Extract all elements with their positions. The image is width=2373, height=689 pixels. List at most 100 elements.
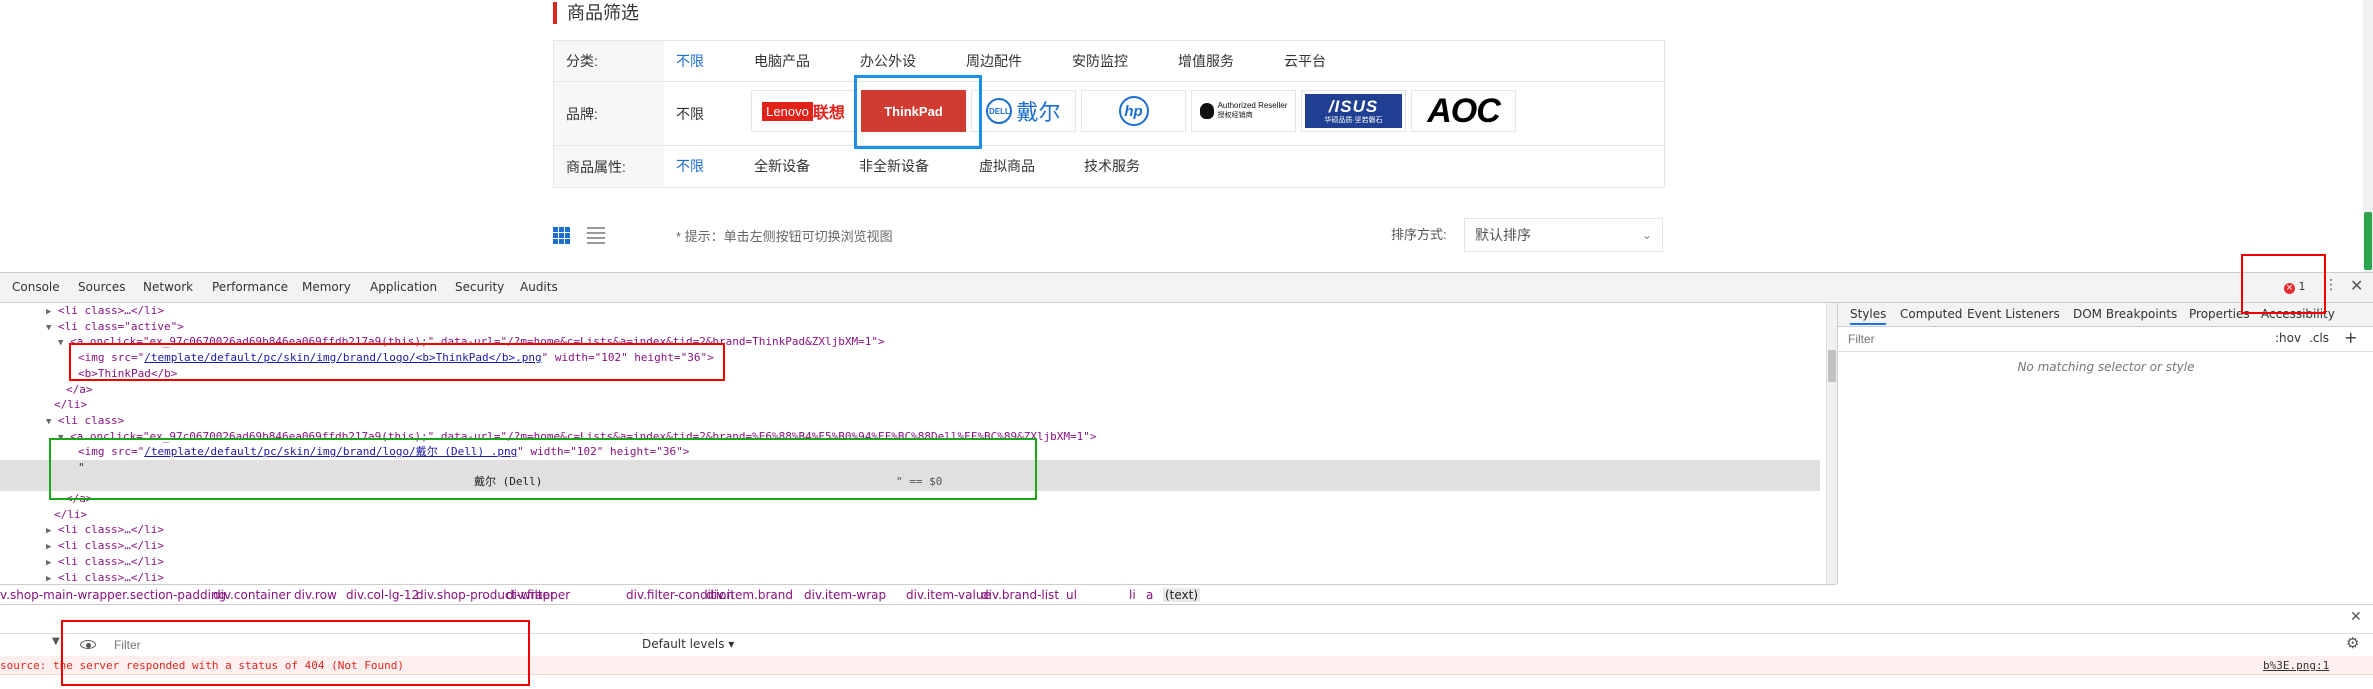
dom-node[interactable]: ▶ <li class>…</li>	[46, 303, 164, 319]
sort-label: 排序方式:	[1391, 227, 1447, 242]
apple-icon	[1199, 103, 1214, 119]
attr-option-tech-service[interactable]: 技术服务	[1084, 156, 1140, 176]
dom-node[interactable]: ▼ <li class>	[46, 413, 124, 429]
selected-brand-highlight	[854, 75, 982, 149]
lenovo-logo: Lenovo	[762, 101, 813, 121]
filter-label-attributes: 商品属性:	[554, 146, 664, 187]
breadcrumb-item[interactable]: ul	[1066, 588, 1077, 602]
brand-asus[interactable]: /ISUS 华硕品质·坚若磐石	[1301, 90, 1406, 132]
breadcrumb-item[interactable]: div.brand-list	[981, 588, 1059, 602]
breadcrumb: v.shop-main-wrapper.section-padding div.c…	[0, 584, 1836, 605]
tab-memory[interactable]: Memory	[302, 280, 351, 294]
dell-logo: DELL	[986, 98, 1013, 124]
close-drawer-icon[interactable]: ✕	[2350, 609, 2362, 625]
brand-hp[interactable]: hp	[1081, 90, 1186, 132]
add-style-icon[interactable]: +	[2344, 328, 2357, 347]
styles-filter-bar: :hov .cls +	[1838, 327, 2373, 352]
breadcrumb-item[interactable]: div.col-lg-12	[346, 588, 419, 602]
breadcrumb-item[interactable]: div.row	[294, 588, 337, 602]
dom-node[interactable]: ▼ <li class="active">	[46, 319, 184, 335]
category-option-cloud[interactable]: 云平台	[1284, 51, 1326, 71]
sort-select[interactable]: 默认排序 ⌄	[1464, 218, 1663, 252]
category-option-office[interactable]: 办公外设	[860, 51, 916, 71]
dom-node[interactable]: ▶ <li class>…</li>	[46, 522, 164, 538]
tab-audits[interactable]: Audits	[520, 280, 558, 294]
elements-scrollbar[interactable]	[1826, 303, 1837, 584]
tab-event-listeners[interactable]: Event Listeners	[1967, 307, 2060, 321]
category-option-services[interactable]: 增值服务	[1178, 51, 1234, 71]
devtools-tabbar: Console Sources Network Performance Memo…	[0, 273, 2373, 303]
tab-performance[interactable]: Performance	[212, 280, 288, 294]
tab-application[interactable]: Application	[370, 280, 437, 294]
breadcrumb-item[interactable]: div.item.brand	[706, 588, 793, 602]
view-hint-text: * 提示：单击左侧按钮可切换浏览视图	[676, 229, 893, 244]
page-scrollbar-thumb[interactable]	[2364, 212, 2372, 270]
default-levels-dropdown[interactable]: Default levels ▾	[642, 637, 734, 651]
brand-dell[interactable]: DELL 戴尔	[971, 90, 1076, 132]
apple-reseller-line1: Authorized Reseller	[1217, 101, 1288, 110]
category-option-unlimited[interactable]: 不限	[676, 51, 704, 71]
breadcrumb-item[interactable]: li	[1129, 588, 1136, 602]
attr-option-used[interactable]: 非全新设备	[859, 156, 929, 176]
tab-dom-breakpoints[interactable]: DOM Breakpoints	[2073, 307, 2177, 321]
tab-styles[interactable]: Styles	[1850, 307, 1887, 325]
page-scrollbar[interactable]	[2363, 0, 2373, 272]
filter-row-brand: 品牌: 不限 Lenovo 联想 ThinkPad DELL 戴尔 hp Auth…	[554, 82, 1664, 146]
dropdown-arrow-icon[interactable]: ▼	[52, 636, 60, 647]
sort-select-value: 默认排序	[1475, 227, 1531, 243]
filter-label-brand: 品牌:	[554, 82, 664, 145]
brand-lenovo[interactable]: Lenovo 联想	[751, 90, 856, 132]
filter-label-category: 分类:	[554, 41, 664, 81]
brand-apple[interactable]: Authorized Reseller 授权经销商	[1191, 90, 1296, 132]
attr-option-unlimited[interactable]: 不限	[676, 156, 704, 176]
annotation-box-error-count	[2241, 254, 2326, 314]
asus-slogan: 华硕品质·坚若磐石	[1324, 116, 1383, 124]
apple-reseller-line2: 授权经销商	[1217, 112, 1253, 119]
annotation-box-dell-node	[49, 438, 1037, 500]
breadcrumb-item[interactable]: div.filter	[506, 588, 555, 602]
category-option-accessories[interactable]: 周边配件	[966, 51, 1022, 71]
filter-panel: 分类: 不限 电脑产品 办公外设 周边配件 安防监控 增值服务 云平台 品牌: …	[553, 40, 1665, 188]
attr-option-virtual[interactable]: 虚拟商品	[979, 156, 1035, 176]
tab-network[interactable]: Network	[143, 280, 193, 294]
web-page: 商品筛选 分类: 不限 电脑产品 办公外设 周边配件 安防监控 增值服务 云平台…	[0, 0, 2373, 272]
tab-computed[interactable]: Computed	[1900, 307, 1962, 321]
console-error-source-link[interactable]: b%3E.png:1	[2263, 659, 2329, 672]
aoc-logo: AOC	[1427, 91, 1501, 130]
dom-node[interactable]: </a>	[66, 382, 93, 398]
styles-filter-input[interactable]	[1846, 330, 2250, 348]
dom-node[interactable]: </li>	[54, 507, 87, 523]
settings-gear-icon[interactable]: ⚙	[2346, 634, 2359, 652]
dom-node[interactable]: ▶ <li class>…</li>	[46, 570, 164, 585]
brand-option-unlimited[interactable]: 不限	[676, 104, 704, 124]
breadcrumb-item[interactable]: (text)	[1163, 588, 1201, 602]
breadcrumb-item[interactable]: div.item-wrap	[804, 588, 886, 602]
breadcrumb-item[interactable]: v.shop-main-wrapper.section-padding	[0, 588, 226, 602]
annotation-box-console-filter	[61, 620, 530, 686]
list-view-icon[interactable]	[587, 227, 605, 244]
close-devtools-icon[interactable]: ✕	[2350, 276, 2363, 295]
elements-scrollbar-thumb[interactable]	[1828, 350, 1836, 382]
annotation-box-img-src	[69, 343, 725, 381]
breadcrumb-item[interactable]: div.container	[213, 588, 291, 602]
grid-view-icon[interactable]	[553, 227, 571, 244]
breadcrumb-item[interactable]: a	[1146, 588, 1153, 602]
more-options-icon[interactable]: ⋮	[2324, 277, 2338, 293]
breadcrumb-item[interactable]: div.item-value	[906, 588, 991, 602]
tab-sources[interactable]: Sources	[78, 280, 125, 294]
tab-security[interactable]: Security	[455, 280, 504, 294]
lenovo-cn-logo: 联想	[812, 105, 845, 122]
category-option-computers[interactable]: 电脑产品	[754, 51, 810, 71]
section-title: 商品筛选	[553, 2, 639, 24]
dom-node[interactable]: ▶ <li class>…</li>	[46, 538, 164, 554]
brand-aoc[interactable]: AOC	[1411, 90, 1516, 132]
attr-option-new[interactable]: 全新设备	[754, 156, 810, 176]
hov-toggle[interactable]: :hov	[2275, 331, 2301, 345]
dom-node[interactable]: ▶ <li class>…</li>	[46, 554, 164, 570]
category-option-security[interactable]: 安防监控	[1072, 51, 1128, 71]
tab-console[interactable]: Console	[12, 280, 60, 294]
dom-node[interactable]: </li>	[54, 397, 87, 413]
hp-logo: hp	[1118, 96, 1149, 126]
styles-pane: Styles Computed Event Listeners DOM Brea…	[1837, 303, 2373, 584]
cls-toggle[interactable]: .cls	[2309, 331, 2329, 345]
